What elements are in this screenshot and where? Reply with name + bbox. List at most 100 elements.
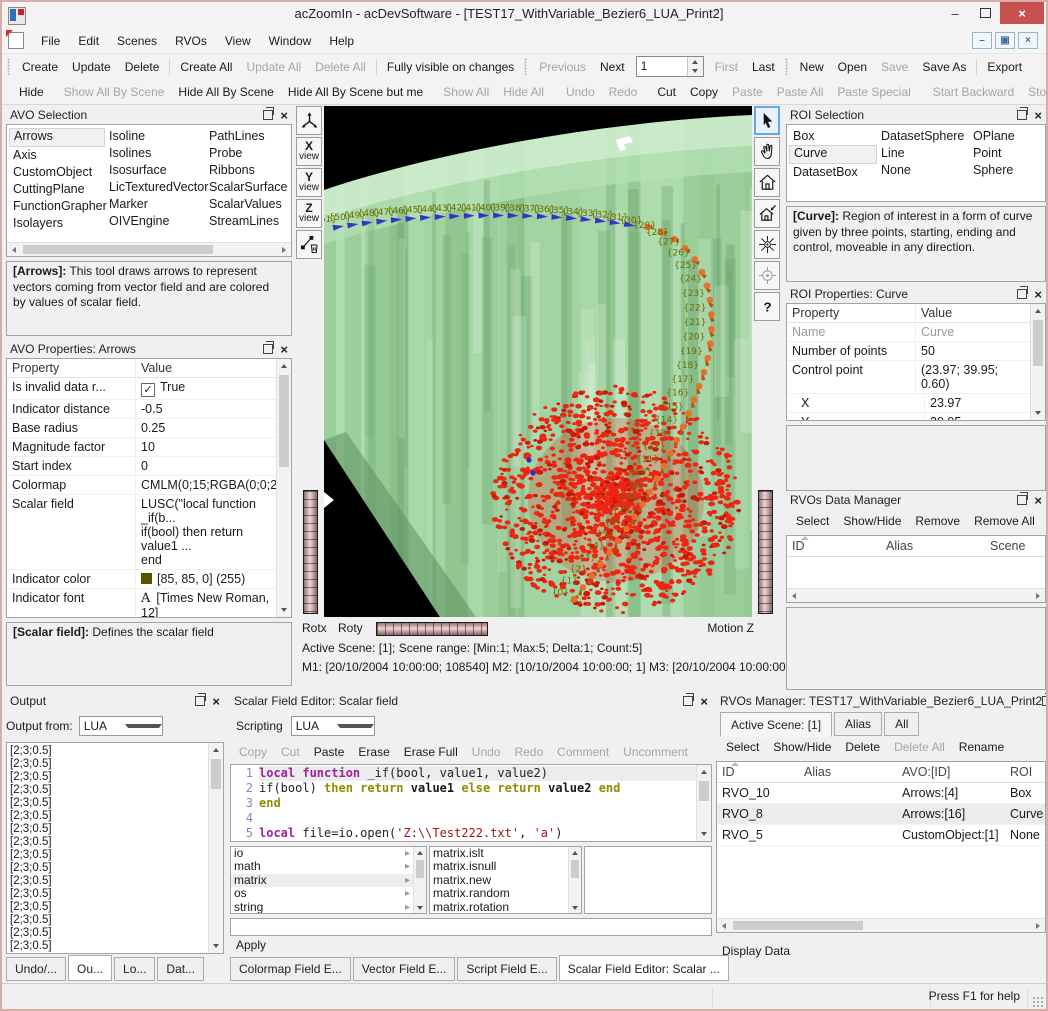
rvo-row-rvo-8[interactable]: RVO_8Arrows:[16]Curve	[717, 804, 1045, 825]
toolbar-grip[interactable]	[7, 58, 10, 75]
avo-item-ribbons[interactable]: Ribbons	[205, 162, 289, 179]
menu-window[interactable]: Window	[260, 30, 321, 52]
tab-script-field-e[interactable]: Script Field E...	[457, 957, 556, 981]
viewer-help-button[interactable]: ?	[754, 292, 780, 321]
toolbar-create-all[interactable]: Create All	[173, 57, 239, 77]
rvod-menu-show-hide[interactable]: Show/Hide	[837, 511, 907, 531]
api-group-math[interactable]: math▸	[231, 860, 413, 873]
editor-erase[interactable]: Erase	[351, 742, 396, 762]
scroll-up-icon[interactable]	[209, 743, 223, 757]
api-group-os[interactable]: os▸	[231, 887, 413, 900]
float-icon[interactable]	[1017, 289, 1027, 299]
maximize-button[interactable]	[970, 2, 1000, 24]
scroll-up-icon[interactable]	[277, 359, 291, 373]
rvom-menu-rename[interactable]: Rename	[953, 737, 1010, 757]
code-editor[interactable]: 1local function _if(bool, value1, value2…	[230, 764, 712, 842]
editor-erase-full[interactable]: Erase Full	[397, 742, 465, 762]
menu-rvos[interactable]: RVOs	[166, 30, 216, 52]
menu-view[interactable]: View	[216, 30, 260, 52]
avo-item-lictexturedvector[interactable]: LicTexturedVector	[105, 179, 205, 196]
toolbar-hide-all-by-scene-but-me[interactable]: Hide All By Scene but me	[281, 82, 430, 102]
menu-file[interactable]: File	[32, 30, 69, 52]
spin-up-icon[interactable]	[692, 60, 698, 64]
view-all-button[interactable]	[754, 230, 780, 259]
rvod-menu-select[interactable]: Select	[790, 511, 835, 531]
api-fn-matrix-rotation[interactable]: matrix.rotation	[430, 901, 568, 914]
scripting-combo[interactable]: LUA	[291, 716, 375, 736]
code-line-2[interactable]: 2if(bool) then return value1 else return…	[231, 781, 696, 796]
toolbar-grip[interactable]	[785, 58, 788, 75]
api-function-list[interactable]: matrix.isltmatrix.isnullmatrix.newmatrix…	[429, 846, 582, 914]
tab-lo[interactable]: Lo...	[114, 957, 155, 981]
property-row-name[interactable]: NameCurve	[787, 323, 1030, 342]
roi-item-line[interactable]: Line	[877, 145, 969, 162]
property-row-number-of-points[interactable]: Number of points50	[787, 342, 1030, 361]
pan-tool-button[interactable]	[754, 137, 780, 166]
toolbar-export[interactable]: Export	[980, 57, 1029, 77]
close-icon[interactable]: ×	[1034, 109, 1042, 122]
pointer-tool-button[interactable]	[754, 106, 780, 135]
rvod-menu-remove-all[interactable]: Remove All	[968, 511, 1041, 531]
property-row-indicator-color[interactable]: Indicator color[85, 85, 0] (255)	[7, 570, 276, 589]
code-line-4[interactable]: 4	[231, 811, 696, 826]
close-icon[interactable]: ×	[280, 109, 288, 122]
roi-item-point[interactable]: Point	[969, 145, 1041, 162]
float-icon[interactable]	[683, 696, 693, 706]
roty-label[interactable]: Roty	[338, 621, 363, 635]
v-scroll-thumb[interactable]	[416, 860, 424, 878]
toolbar-delete[interactable]: Delete	[118, 57, 167, 77]
menu-help[interactable]: Help	[320, 30, 363, 52]
code-search-input[interactable]	[230, 918, 712, 936]
float-icon[interactable]	[1017, 110, 1027, 120]
float-icon[interactable]	[263, 344, 273, 354]
avo-item-isolayers[interactable]: Isolayers	[9, 215, 105, 232]
v-scroll-thumb[interactable]	[211, 759, 221, 789]
code-line-1[interactable]: 1local function _if(bool, value1, value2…	[231, 766, 696, 781]
set-home-view-button[interactable]	[754, 199, 780, 228]
home-view-button[interactable]	[754, 168, 780, 197]
resize-grip[interactable]	[1032, 996, 1044, 1008]
roi-item-none[interactable]: None	[877, 162, 969, 179]
display-data-button[interactable]: Display Data	[722, 944, 790, 958]
motion-z-thumbwheel[interactable]	[758, 490, 773, 614]
api-fn-matrix-new[interactable]: matrix.new	[430, 874, 568, 887]
tab-ou[interactable]: Ou...	[68, 955, 112, 981]
close-button[interactable]: ×	[1000, 2, 1044, 24]
editor-paste[interactable]: Paste	[307, 742, 352, 762]
roi-item-datasetbox[interactable]: DatasetBox	[789, 164, 877, 181]
avo-item-cuttingplane[interactable]: CuttingPlane	[9, 181, 105, 198]
roi-item-box[interactable]: Box	[789, 128, 877, 145]
avo-item-marker[interactable]: Marker	[105, 196, 205, 213]
toolbar-cut[interactable]: Cut	[650, 82, 683, 102]
h-scroll-thumb[interactable]	[733, 921, 863, 930]
mdi-restore-button[interactable]: ▣	[995, 32, 1015, 49]
avo-item-axis[interactable]: Axis	[9, 147, 105, 164]
property-row-start-index[interactable]: Start index0	[7, 457, 276, 476]
output-from-combo[interactable]: LUA	[79, 716, 163, 736]
v-scroll-thumb[interactable]	[699, 781, 709, 801]
api-fn-matrix-islt[interactable]: matrix.islt	[430, 847, 568, 860]
scroll-down-icon[interactable]	[414, 902, 426, 913]
avo-item-oivengine[interactable]: OIVEngine	[105, 213, 205, 230]
scroll-left-icon[interactable]	[787, 589, 801, 602]
menu-edit[interactable]: Edit	[69, 30, 108, 52]
property-row-colormap[interactable]: ColormapCMLM(0;15;RGBA(0;0;255;...	[7, 476, 276, 495]
scroll-down-icon[interactable]	[1031, 406, 1045, 420]
close-icon[interactable]: ×	[1034, 494, 1042, 507]
toolbar-open[interactable]: Open	[831, 57, 874, 77]
property-row-x[interactable]: X23.97	[787, 394, 1030, 413]
mdi-minimize-button[interactable]: –	[972, 32, 992, 49]
rvom-menu-show-hide[interactable]: Show/Hide	[767, 737, 837, 757]
rvod-menu-remove[interactable]: Remove	[909, 511, 966, 531]
toolbar-last[interactable]: Last	[745, 57, 782, 77]
api-group-string[interactable]: string▸	[231, 901, 413, 914]
roi-item-sphere[interactable]: Sphere	[969, 162, 1041, 179]
avo-item-customobject[interactable]: CustomObject	[9, 164, 105, 181]
rvo-row-rvo-10[interactable]: RVO_10Arrows:[4]Box	[717, 783, 1045, 804]
rvod-menu-expo[interactable]: Expo	[1043, 511, 1046, 531]
property-row-indicator-distance[interactable]: Indicator distance-0.5	[7, 400, 276, 419]
roty-thumbwheel[interactable]	[376, 622, 488, 636]
avo-item-probe[interactable]: Probe	[205, 145, 289, 162]
tab-colormap-field-e[interactable]: Colormap Field E...	[230, 957, 351, 981]
scroll-down-icon[interactable]	[569, 902, 581, 913]
